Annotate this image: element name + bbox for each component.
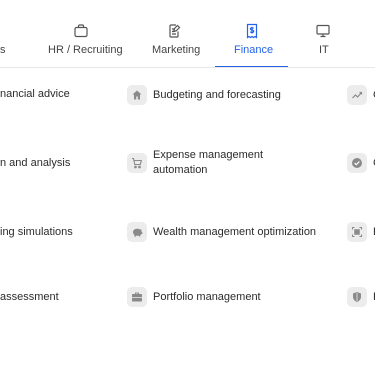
use-case-label: Expense management automation bbox=[153, 148, 263, 178]
tab-label: IT bbox=[319, 44, 329, 56]
tab-marketing[interactable]: Marketing bbox=[143, 0, 205, 68]
use-case-card[interactable]: nancial advice bbox=[0, 87, 70, 102]
use-case-label: Portfolio management bbox=[153, 290, 261, 303]
use-case-label-line1: Expense management bbox=[153, 149, 264, 161]
use-case-card[interactable]: C bbox=[347, 85, 375, 105]
use-case-card[interactable]: assessment bbox=[0, 290, 59, 305]
document-edit-icon bbox=[167, 23, 183, 39]
use-case-card[interactable]: E bbox=[347, 222, 375, 242]
home-icon bbox=[127, 85, 147, 105]
tab-hr-recruiting[interactable]: HR / Recruiting bbox=[40, 0, 123, 68]
use-case-card[interactable]: F bbox=[347, 287, 375, 307]
use-case-label: Wealth management optimization bbox=[153, 225, 317, 238]
use-case-card-wealth-management[interactable]: Wealth management optimization bbox=[127, 222, 316, 242]
tab-label: s bbox=[0, 44, 6, 56]
tab-label: HR / Recruiting bbox=[48, 44, 123, 56]
briefcase-icon bbox=[127, 287, 147, 307]
receipt-dollar-icon bbox=[244, 23, 260, 39]
use-case-card-budgeting[interactable]: Budgeting and forecasting bbox=[127, 85, 281, 105]
tab-partial[interactable]: s bbox=[0, 0, 14, 68]
piggy-bank-icon bbox=[127, 222, 147, 242]
use-case-label-line2: automation bbox=[153, 164, 208, 176]
use-case-card-portfolio-management[interactable]: Portfolio management bbox=[127, 287, 261, 307]
trend-chart-icon bbox=[347, 85, 367, 105]
check-circle-icon bbox=[347, 153, 367, 173]
tab-finance[interactable]: Finance bbox=[215, 0, 288, 68]
tab-label: Finance bbox=[234, 44, 274, 56]
use-case-label: assessment bbox=[0, 291, 59, 303]
briefcase-icon bbox=[73, 23, 89, 39]
cart-icon bbox=[127, 153, 147, 173]
tab-it[interactable]: IT bbox=[308, 0, 338, 68]
use-case-label: nancial advice bbox=[0, 88, 70, 100]
use-case-label: ing simulations bbox=[0, 226, 73, 238]
tabs-divider bbox=[0, 67, 375, 68]
use-case-card[interactable]: C bbox=[347, 153, 375, 173]
use-case-card[interactable]: ing simulations bbox=[0, 225, 73, 240]
monitor-icon bbox=[315, 23, 331, 39]
category-tabs: s HR / Recruiting Marketing Finance IT bbox=[0, 0, 375, 68]
use-case-label: Budgeting and forecasting bbox=[153, 88, 281, 101]
tab-label: Marketing bbox=[152, 44, 201, 56]
use-case-label: n and analysis bbox=[0, 157, 71, 169]
frame-scan-icon bbox=[347, 222, 367, 242]
use-case-card-expense-management[interactable]: Expense management automation bbox=[127, 148, 263, 178]
shield-icon bbox=[347, 287, 367, 307]
use-case-card[interactable]: n and analysis bbox=[0, 156, 70, 171]
